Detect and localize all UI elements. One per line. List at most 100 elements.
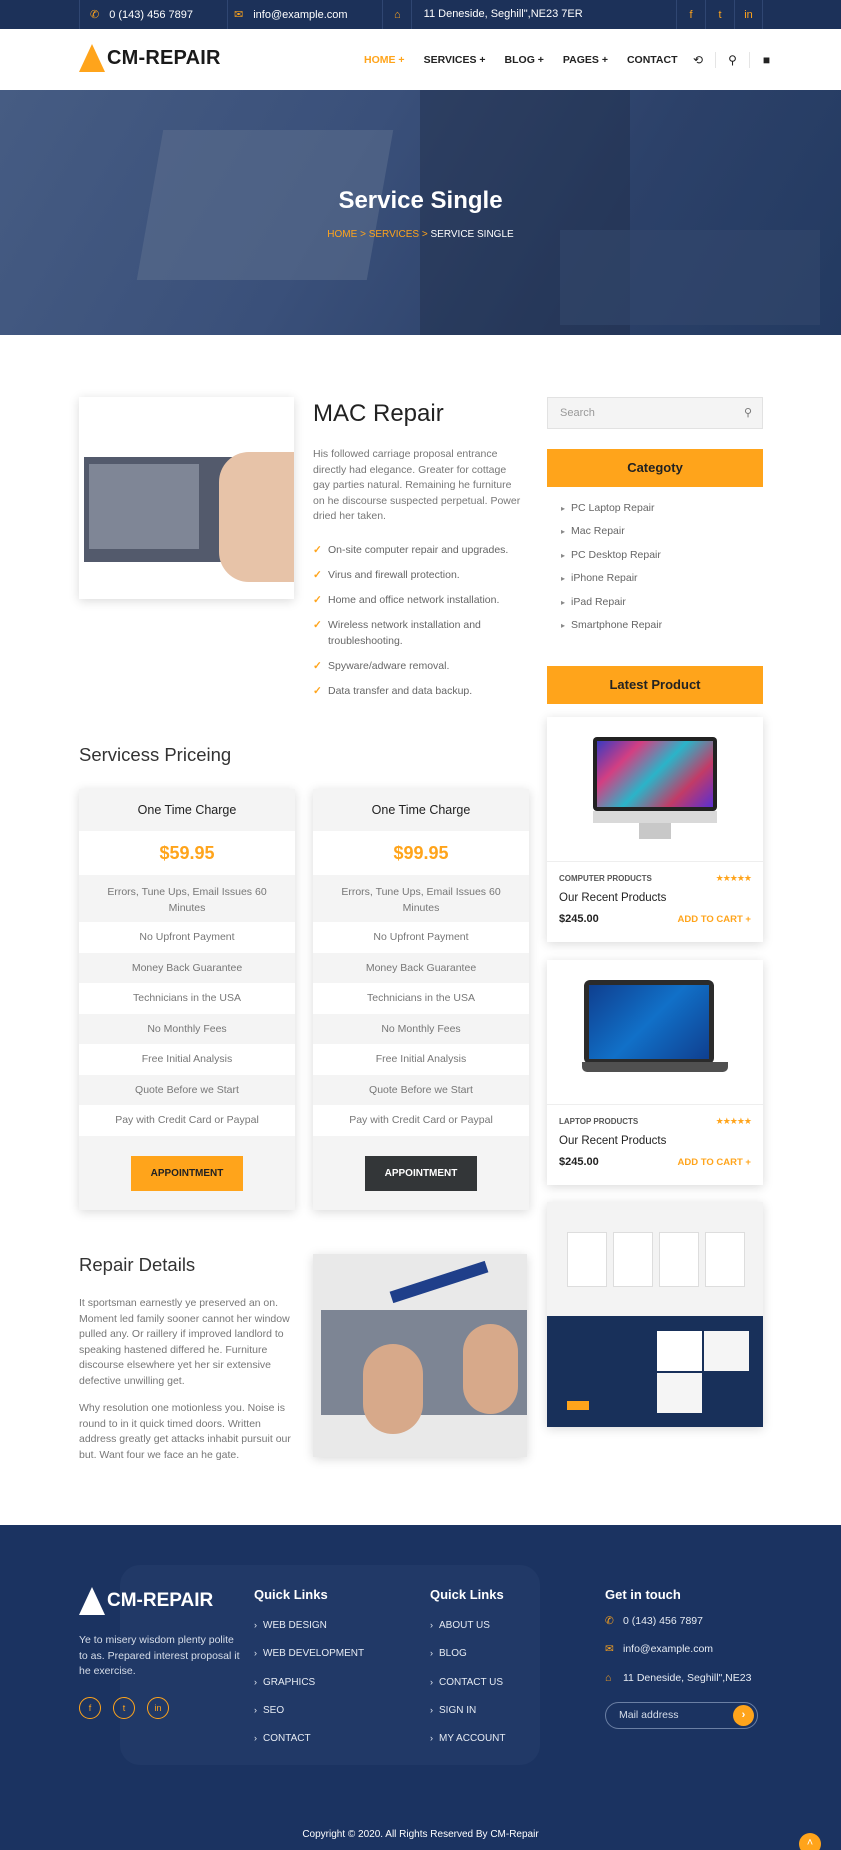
product-card[interactable]: COMPUTER PRODUCTS ★★★★★ Our Recent Produ… — [547, 717, 763, 942]
breadcrumb-separator: > — [360, 229, 366, 240]
hand-image — [463, 1324, 518, 1414]
footer-contact-email[interactable]: ✉ info@example.com — [605, 1643, 751, 1671]
footer-link[interactable]: › ABOUT US — [430, 1620, 506, 1648]
pricing-card: One Time Charge $59.95 Errors, Tune Ups,… — [79, 789, 295, 1210]
checklist-text: Virus and firewall protection. — [328, 569, 460, 581]
footer-link[interactable]: › SEO — [254, 1705, 364, 1733]
footer-links-title: Quick Links — [254, 1587, 328, 1602]
add-to-cart-link[interactable]: ADD TO CART + — [678, 1157, 751, 1168]
footer-link[interactable]: › GRAPHICS — [254, 1677, 364, 1705]
product-name[interactable]: Our Recent Products — [559, 1135, 666, 1147]
check-icon: ✓ — [313, 544, 322, 556]
linkedin-icon[interactable]: in — [147, 1697, 169, 1719]
share-icon[interactable]: ⟲ — [681, 52, 715, 68]
search-input[interactable]: Search ⚲ — [547, 397, 763, 429]
category-item[interactable]: ▸ Smartphone Repair — [561, 617, 662, 640]
chevron-right-icon: › — [430, 1676, 433, 1687]
chevron-right-icon: › — [430, 1620, 433, 1630]
footer-link[interactable]: › WEB DEVELOPMENT — [254, 1648, 364, 1676]
plan-feature: Quote Before we Start — [135, 1083, 239, 1096]
twitter-icon[interactable]: t — [705, 0, 734, 29]
plan-price: $59.95 — [79, 831, 295, 875]
footer-link[interactable]: › BLOG — [430, 1648, 506, 1676]
hand-image — [363, 1344, 423, 1434]
category-item[interactable]: ▸ PC Laptop Repair — [561, 500, 662, 523]
checklist-item: ✓ Virus and firewall protection. — [313, 568, 531, 584]
cart-icon[interactable]: ■ — [749, 51, 783, 68]
topbar-email[interactable]: ✉ info@example.com — [222, 0, 383, 29]
chevron-right-icon: › — [430, 1704, 433, 1715]
preview-tile — [657, 1331, 702, 1371]
footer-link-label: ABOUT US — [439, 1620, 490, 1631]
appointment-button[interactable]: APPOINTMENT — [131, 1156, 243, 1191]
service-description: His followed carriage proposal entrance … — [313, 448, 521, 522]
footer-link-label: SEO — [263, 1704, 285, 1716]
banner-image-parts — [560, 230, 820, 325]
footer-link[interactable]: › MY ACCOUNT — [430, 1733, 506, 1761]
logo[interactable]: CM-REPAIR — [79, 44, 221, 72]
breadcrumb-current: SERVICE SINGLE — [430, 229, 514, 240]
phone-icon: ✆ — [605, 1615, 614, 1627]
breadcrumb-separator: > — [421, 229, 428, 240]
scroll-to-top-icon[interactable]: ˄ — [799, 1833, 821, 1850]
footer-link[interactable]: › WEB DESIGN — [254, 1620, 364, 1648]
logo-text: CM-REPAIR — [107, 46, 221, 69]
footer-link[interactable]: › SIGN IN — [430, 1705, 506, 1733]
footer-address-text: 11 Deneside, Seghill",NE23 — [623, 1671, 752, 1684]
search-icon[interactable]: ⚲ — [744, 398, 752, 428]
newsletter-email-field[interactable]: Mail address › — [605, 1702, 758, 1729]
linkedin-icon[interactable]: in — [734, 0, 763, 29]
product-name[interactable]: Our Recent Products — [559, 892, 666, 904]
footer-contact-phone[interactable]: ✆ 0 (143) 456 7897 — [605, 1615, 751, 1643]
topbar-address: ⌂ 11 Deneside, Seghill",NE23 7ER — [382, 0, 583, 29]
facebook-icon[interactable]: f — [676, 0, 705, 29]
product-image[interactable] — [547, 960, 763, 1105]
category-list: ▸ PC Laptop Repair ▸ Mac Repair ▸ PC Deskto… — [561, 500, 662, 640]
preview-card — [705, 1232, 745, 1287]
topbar-email-text: info@example.com — [253, 8, 348, 21]
star-rating-icon: ★★★★★ — [715, 1116, 752, 1126]
twitter-icon[interactable]: t — [113, 1697, 135, 1719]
home-icon: ⌂ — [605, 1671, 612, 1684]
footer-link[interactable]: › CONTACT US — [430, 1677, 506, 1705]
service-title: MAC Repair — [313, 400, 444, 427]
product-card[interactable]: LAPTOP PRODUCTS ★★★★★ Our Recent Product… — [547, 960, 763, 1185]
footer-logo[interactable]: CM-REPAIR — [79, 1587, 213, 1615]
main-nav: HOME + SERVICES + BLOG + PAGES + CONTACT — [364, 29, 697, 90]
chevron-right-icon: › — [254, 1676, 257, 1687]
footer-link[interactable]: › CONTACT — [254, 1733, 364, 1761]
category-item[interactable]: ▸ Mac Repair — [561, 523, 662, 546]
product-image[interactable] — [547, 717, 763, 862]
laptop-product-image — [584, 980, 714, 1064]
category-item[interactable]: ▸ PC Desktop Repair — [561, 547, 662, 570]
nav-blog[interactable]: BLOG + — [505, 54, 544, 66]
category-label: PC Laptop Repair — [571, 502, 655, 514]
plan-feature: Errors, Tune Ups, Email Issues 60 Minute… — [341, 886, 501, 914]
appointment-button[interactable]: APPOINTMENT — [365, 1156, 477, 1191]
nav-pages[interactable]: PAGES + — [563, 54, 608, 66]
category-item[interactable]: ▸ iPad Repair — [561, 594, 662, 617]
nav-home[interactable]: HOME + — [364, 54, 405, 66]
search-icon[interactable]: ⚲ — [715, 51, 749, 68]
breadcrumb: HOME > SERVICES > SERVICE SINGLE — [0, 229, 841, 240]
nav-services[interactable]: SERVICES + — [424, 54, 486, 66]
header-icons: ⟲ ⚲ ■ — [681, 29, 783, 90]
nav-contact[interactable]: CONTACT — [627, 54, 678, 66]
breadcrumb-home[interactable]: HOME — [327, 229, 357, 240]
check-icon: ✓ — [313, 594, 322, 606]
facebook-icon[interactable]: f — [79, 1697, 101, 1719]
preview-tile — [704, 1331, 749, 1371]
newsletter-submit-icon[interactable]: › — [733, 1705, 754, 1726]
category-item[interactable]: ▸ iPhone Repair — [561, 570, 662, 593]
product-category: COMPUTER PRODUCTS — [559, 874, 652, 883]
checklist-text: Spyware/adware removal. — [328, 659, 450, 672]
breadcrumb-services[interactable]: SERVICES — [369, 229, 419, 240]
footer-description: Ye to misery wisdom plenty polite to as.… — [79, 1634, 240, 1677]
add-to-cart-link[interactable]: ADD TO CART + — [678, 914, 751, 925]
checklist-item: ✓ On-site computer repair and upgrades. — [313, 543, 531, 559]
topbar-social: f t in — [676, 0, 763, 29]
category-label: Smartphone Repair — [571, 618, 663, 631]
topbar-phone[interactable]: ✆ 0 (143) 456 7897 — [79, 0, 229, 29]
footer-link-label: CONTACT US — [439, 1676, 504, 1688]
preview-button — [567, 1401, 589, 1410]
